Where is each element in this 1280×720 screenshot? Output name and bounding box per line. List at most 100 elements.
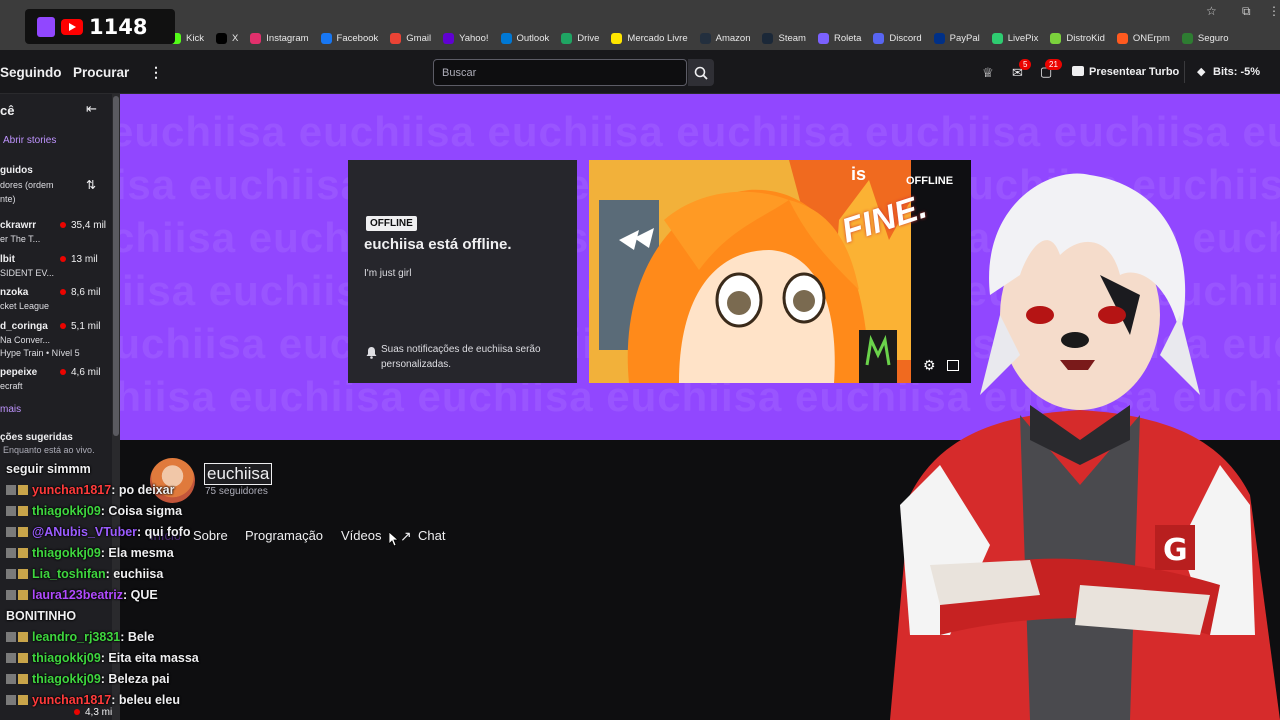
star-icon[interactable]: ☆ bbox=[1206, 4, 1217, 18]
chat-username[interactable]: Lia_toshifan bbox=[32, 567, 106, 581]
sort-label[interactable]: dores (ordem bbox=[0, 180, 54, 190]
bookmark-outlook[interactable]: Outlook bbox=[500, 32, 549, 44]
bookmark-label: Seguro bbox=[1197, 32, 1229, 44]
badge-icon bbox=[6, 632, 16, 642]
sidebar-channel-game: ecraft bbox=[0, 381, 23, 391]
nav-divider bbox=[1184, 61, 1185, 83]
bookmark-roleta[interactable]: Roleta bbox=[817, 32, 862, 44]
offline-badge: OFFLINE bbox=[366, 216, 417, 231]
show-more-link[interactable]: mais bbox=[0, 404, 21, 415]
chat-username[interactable]: thiagokkj09 bbox=[32, 651, 101, 665]
sidebar-channel-name[interactable]: lbit bbox=[0, 254, 15, 265]
bookmark-favicon-icon bbox=[320, 32, 332, 44]
more-icon[interactable]: ⋮ bbox=[149, 64, 163, 81]
crown-icon[interactable]: ♕ bbox=[982, 65, 994, 81]
bookmark-favicon-icon bbox=[443, 32, 455, 44]
chat-username[interactable]: thiagokkj09 bbox=[32, 504, 101, 518]
bookmark-label: Kick bbox=[186, 32, 204, 44]
bookmark-label: Roleta bbox=[833, 32, 862, 44]
badge-icon bbox=[18, 632, 28, 642]
bookmark-steam[interactable]: Steam bbox=[762, 32, 806, 44]
nav-browse[interactable]: Procurar bbox=[73, 65, 129, 80]
chat-badges bbox=[6, 651, 32, 665]
viewer-count-overlay: 1148 bbox=[25, 9, 175, 44]
bookmark-gmail[interactable]: Gmail bbox=[390, 32, 432, 44]
sidebar-channel-name[interactable]: nzoka bbox=[0, 287, 28, 298]
bits-button[interactable]: Bits: -5% bbox=[1213, 66, 1260, 78]
bookmark-amazon[interactable]: Amazon bbox=[699, 32, 751, 44]
chat-username[interactable]: yunchan1817 bbox=[32, 693, 111, 707]
chat-username[interactable]: thiagokkj09 bbox=[32, 546, 101, 560]
bookmark-label: Gmail bbox=[406, 32, 432, 44]
chat-username[interactable]: @ANubis_VTuber bbox=[32, 525, 137, 539]
nav-following[interactable]: Seguindo bbox=[0, 65, 62, 80]
chat-badges bbox=[6, 567, 32, 581]
bookmark-mercado-livre[interactable]: Mercado Livre bbox=[611, 32, 688, 44]
badge-icon bbox=[6, 653, 16, 663]
bookmark-onerpm[interactable]: ONErpm bbox=[1116, 32, 1170, 44]
sidebar-scroll-thumb[interactable] bbox=[113, 96, 119, 436]
badge-icon bbox=[6, 674, 16, 684]
tab-about[interactable]: Sobre bbox=[193, 528, 228, 543]
turbo-button[interactable]: Presentear Turbo bbox=[1089, 66, 1179, 78]
chat-username[interactable]: laura123beatriz bbox=[32, 588, 123, 602]
chat-username[interactable]: leandro_rj3831 bbox=[32, 630, 120, 644]
bookmark-label: Amazon bbox=[715, 32, 751, 44]
mouse-cursor-icon bbox=[389, 532, 399, 547]
chat-username[interactable]: yunchan1817 bbox=[32, 483, 111, 497]
chat-message-text: QUE bbox=[130, 588, 158, 602]
bookmark-seguro[interactable]: Seguro bbox=[1181, 32, 1229, 44]
channel-name[interactable]: euchiisa bbox=[204, 463, 273, 485]
suggested-section: ções sugeridas bbox=[0, 432, 73, 443]
chat-message-text: po deixar bbox=[118, 483, 175, 497]
tab-chat[interactable]: Chat bbox=[418, 528, 445, 543]
vtuber-character: G bbox=[890, 173, 1280, 720]
extensions-icon[interactable]: ⧉ bbox=[1242, 4, 1251, 19]
sidebar-channel-viewers: 5,1 mil bbox=[60, 321, 100, 332]
sort-icon[interactable]: ⇅ bbox=[86, 178, 96, 192]
hype-train-label: Hype Train • Nível 5 bbox=[0, 348, 80, 358]
sidebar-channel-name[interactable]: ckrawrr bbox=[0, 220, 36, 231]
bookmark-paypal[interactable]: PayPal bbox=[933, 32, 980, 44]
bookmark-yahoo-[interactable]: Yahoo! bbox=[443, 32, 489, 44]
sidebar-channel-game: er The T... bbox=[0, 234, 41, 244]
bookmark-discord[interactable]: Discord bbox=[873, 32, 922, 44]
bookmark-favicon-icon bbox=[817, 32, 829, 44]
collapse-sidebar-icon[interactable]: ⇤ bbox=[86, 101, 97, 117]
bookmark-label: Drive bbox=[577, 32, 600, 44]
sidebar-channel-name[interactable]: d_coringa bbox=[0, 321, 48, 332]
channel-bio: I'm just girl bbox=[364, 268, 412, 279]
viewer-count-label: 35,4 mil bbox=[71, 220, 107, 231]
viewer-count-label: 13 mil bbox=[71, 254, 98, 265]
chat-message-text: Bele bbox=[127, 630, 155, 644]
bookmark-drive[interactable]: Drive bbox=[561, 32, 600, 44]
viewer-count: 1148 bbox=[89, 14, 148, 39]
bookmark-instagram[interactable]: Instagram bbox=[250, 32, 309, 44]
badge-icon bbox=[18, 569, 28, 579]
chat-badges bbox=[6, 672, 32, 686]
bookmark-livepix[interactable]: LivePix bbox=[991, 32, 1038, 44]
chat-message-text: seguir simmm bbox=[6, 462, 91, 476]
chat-badges bbox=[6, 546, 32, 560]
bookmark-facebook[interactable]: Facebook bbox=[320, 32, 378, 44]
search-input[interactable]: Buscar bbox=[433, 59, 687, 86]
sidebar-channel-name[interactable]: pepeixe bbox=[0, 367, 37, 378]
badge-icon bbox=[6, 548, 16, 558]
badge-icon bbox=[18, 527, 28, 537]
tab-schedule[interactable]: Programação bbox=[245, 528, 323, 543]
bookmark-favicon-icon bbox=[873, 32, 885, 44]
menu-icon[interactable]: ⋮ bbox=[1268, 4, 1280, 18]
bookmark-distrokid[interactable]: DistroKid bbox=[1050, 32, 1105, 44]
bookmark-kick[interactable]: Kick bbox=[170, 32, 204, 44]
follower-count: 75 seguidores bbox=[205, 486, 268, 497]
bookmark-label: DistroKid bbox=[1066, 32, 1105, 44]
bookmark-x[interactable]: X bbox=[215, 32, 238, 44]
badge-icon bbox=[18, 485, 28, 495]
chat-message-text: Eita eita massa bbox=[108, 651, 199, 665]
sidebar-channel-viewers: 35,4 mil bbox=[60, 220, 106, 231]
search-button[interactable] bbox=[688, 59, 714, 86]
chat-username[interactable]: thiagokkj09 bbox=[32, 672, 101, 686]
tab-videos[interactable]: Vídeos bbox=[341, 528, 381, 543]
open-stories-link[interactable]: Abrir stories bbox=[3, 135, 56, 146]
chat-message: Lia_toshifan: euchiisa bbox=[6, 567, 163, 581]
